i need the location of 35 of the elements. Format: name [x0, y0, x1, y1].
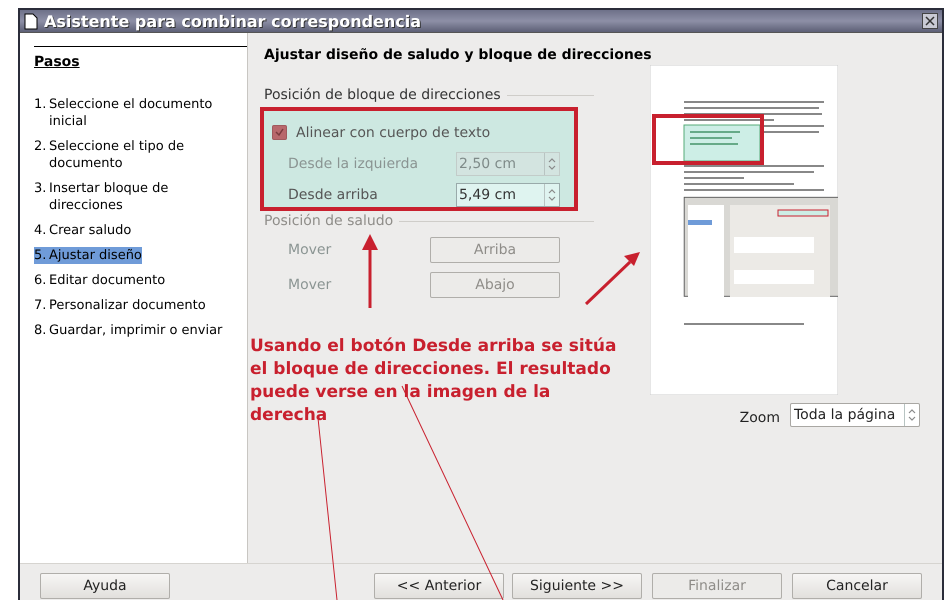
step-item[interactable]: 5. Ajustar diseño — [34, 247, 142, 264]
page-heading: Ajustar diseño de saludo y bloque de direcciones — [264, 47, 653, 63]
window-title: Asistente para combinar correspondencia — [44, 12, 422, 30]
checkbox[interactable] — [272, 125, 287, 140]
close-icon — [925, 16, 935, 26]
steps-heading: Pasos — [34, 54, 81, 70]
spin-field[interactable]: 5,49 cm — [456, 182, 560, 206]
step-item[interactable]: 2. Seleccione el tipo de documento — [34, 138, 246, 172]
section-heading: Posición de bloque de direcciones — [264, 87, 501, 103]
dialog-button[interactable]: Ayuda — [40, 573, 170, 599]
step-item[interactable]: 8. Guardar, imprimir o enviar — [34, 322, 222, 339]
annotation-text: Usando el botón Desde arriba se sitúa el bloque de direcciones. El resultado puede verse en la imagen de la derecha — [250, 335, 618, 427]
spin-arrows-icon[interactable] — [908, 408, 916, 422]
step-item[interactable]: 4. Crear saludo — [34, 222, 132, 239]
checkbox-label: Alinear con cuerpo de texto — [296, 124, 490, 140]
move-label: Mover — [288, 242, 332, 258]
dialog-button[interactable]: << Anterior — [374, 573, 504, 599]
section-heading: Posición de saludo — [264, 213, 394, 229]
zoom-label: Zoom — [740, 410, 780, 426]
arrow — [584, 252, 640, 306]
dialog-button[interactable]: Cancelar — [792, 573, 922, 599]
spin-arrows-icon[interactable] — [548, 156, 556, 170]
dialog-button[interactable]: Siguiente >> — [512, 573, 642, 599]
step-item[interactable]: 3. Insertar bloque de direcciones — [34, 180, 246, 214]
check-icon — [275, 128, 284, 137]
field-label: Desde arriba — [288, 186, 379, 202]
zoom-select[interactable]: Toda la página — [790, 403, 920, 427]
step-item[interactable]: 1. Seleccione el documento inicial — [34, 96, 246, 130]
field-label: Desde la izquierda — [288, 156, 420, 172]
step-item[interactable]: 7. Personalizar documento — [34, 297, 206, 314]
document-icon — [24, 12, 38, 30]
close-button[interactable] — [922, 13, 938, 29]
move-label: Mover — [288, 276, 332, 292]
step-item[interactable]: 6. Editar documento — [34, 272, 166, 289]
spin-arrows-icon[interactable] — [548, 188, 556, 202]
